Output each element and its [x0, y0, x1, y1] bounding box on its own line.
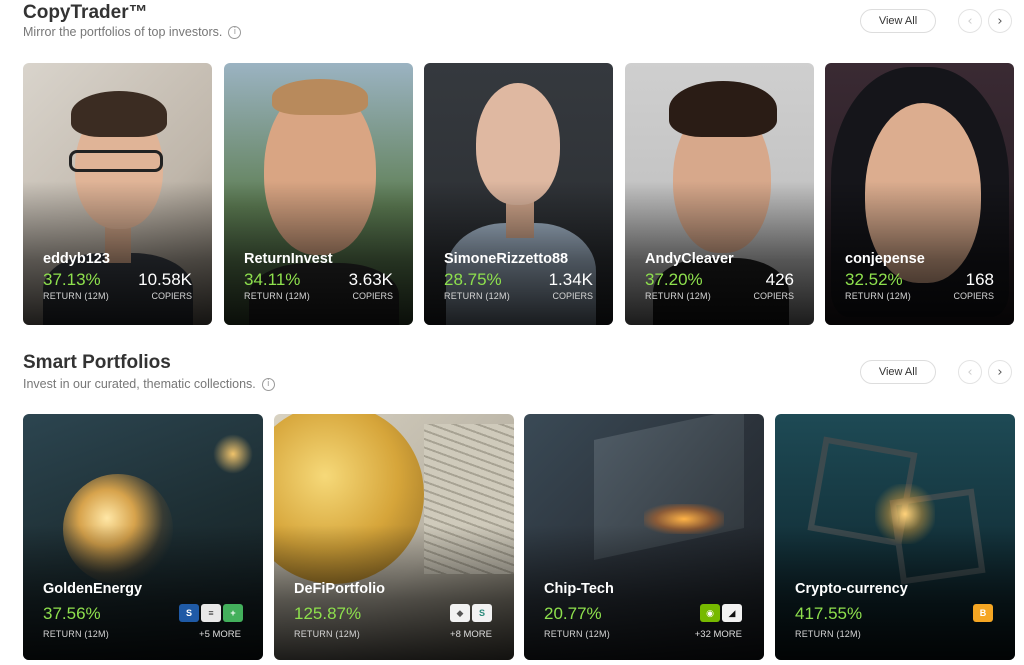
trader-name: SimoneRizzetto88 [444, 251, 569, 267]
smart-portfolios-subtitle: Invest in our curated, thematic collecti… [23, 377, 256, 391]
smart-portfolios-title: Smart Portfolios [23, 352, 171, 373]
ethereum-logo-icon: ◆ [450, 604, 470, 622]
smart-portfolios-subtitle-row: Invest in our curated, thematic collecti… [23, 377, 275, 391]
asset-logo-icon: + [223, 604, 243, 622]
trader-copiers-label: COPIERS [352, 291, 393, 301]
trader-card[interactable]: eddyb123 37.13% RETURN (12M) 10.58K COPI… [23, 63, 212, 325]
info-icon[interactable]: i [261, 377, 275, 391]
trader-return-label: RETURN (12M) [645, 291, 711, 301]
portfolio-name: DeFiPortfolio [294, 581, 386, 597]
trader-card[interactable]: ReturnInvest 34.11% RETURN (12M) 3.63K C… [224, 63, 413, 325]
asset-logo-icon: S [179, 604, 199, 622]
portfolio-return-label: RETURN (12M) [544, 629, 610, 639]
trader-return: 28.75% [444, 270, 502, 289]
trader-copiers: 10.58K [138, 270, 192, 289]
portfolio-card[interactable]: DeFiPortfolio 125.87% RETURN (12M) ◆ S +… [274, 414, 514, 660]
trader-copiers-label: COPIERS [552, 291, 593, 301]
asset-logo-icon: ≡ [201, 604, 221, 622]
portfolio-name: Chip-Tech [544, 581, 614, 597]
portfolio-assets: ◉ ◢ [700, 604, 742, 622]
chevron-right-icon[interactable]: › [988, 360, 1012, 384]
trader-card[interactable]: SimoneRizzetto88 28.75% RETURN (12M) 1.3… [424, 63, 613, 325]
trader-copiers: 168 [965, 270, 994, 289]
chevron-left-icon[interactable]: ‹ [958, 9, 982, 33]
trader-copiers: 426 [765, 270, 794, 289]
chevron-right-icon[interactable]: › [988, 9, 1012, 33]
trader-copiers-label: COPIERS [953, 291, 994, 301]
trader-name: eddyb123 [43, 251, 110, 267]
portfolio-return-label: RETURN (12M) [294, 629, 360, 639]
portfolio-return: 20.77% [544, 604, 602, 623]
portfolio-return-label: RETURN (12M) [795, 629, 861, 639]
nvidia-logo-icon: ◉ [700, 604, 720, 622]
portfolio-return-label: RETURN (12M) [43, 629, 109, 639]
portfolio-return: 125.87% [294, 604, 362, 623]
portfolio-more: +32 MORE [694, 629, 742, 640]
portfolio-assets: ◆ S [450, 604, 492, 622]
amd-logo-icon: ◢ [722, 604, 742, 622]
portfolio-return: 417.55% [795, 604, 863, 623]
trader-copiers: 3.63K [348, 270, 393, 289]
portfolio-card[interactable]: Crypto-currency 417.55% RETURN (12M) B [775, 414, 1015, 660]
trader-return: 34.11% [244, 270, 301, 289]
portfolio-more: +8 MORE [450, 629, 492, 640]
trader-return-label: RETURN (12M) [244, 291, 310, 301]
portfolio-name: Crypto-currency [795, 581, 908, 597]
trader-name: conjepense [845, 251, 925, 267]
trader-name: AndyCleaver [645, 251, 734, 267]
copytrader-title: CopyTrader™ [23, 2, 148, 23]
trader-return-label: RETURN (12M) [845, 291, 911, 301]
trader-return: 37.20% [645, 270, 703, 289]
bitcoin-logo-icon: B [973, 604, 993, 622]
portfolio-assets: S ≡ + [179, 604, 243, 622]
smart-portfolios-view-all-button[interactable]: View All [860, 360, 936, 384]
portfolio-name: GoldenEnergy [43, 581, 143, 597]
trader-return-label: RETURN (12M) [444, 291, 510, 301]
copytrader-subtitle: Mirror the portfolios of top investors. [23, 25, 223, 39]
portfolio-card[interactable]: Chip-Tech 20.77% RETURN (12M) ◉ ◢ +32 MO… [524, 414, 764, 660]
portfolio-assets: B [973, 604, 993, 622]
trader-return: 37.13% [43, 270, 101, 289]
copytrader-subtitle-row: Mirror the portfolios of top investors. … [23, 25, 242, 39]
asset-logo-icon: S [472, 604, 492, 622]
trader-card[interactable]: conjepense 32.52% RETURN (12M) 168 COPIE… [825, 63, 1014, 325]
portfolio-more: +5 MORE [199, 629, 241, 640]
info-icon[interactable]: i [228, 25, 242, 39]
chevron-left-icon[interactable]: ‹ [958, 360, 982, 384]
trader-copiers: 1.34K [548, 270, 593, 289]
trader-return-label: RETURN (12M) [43, 291, 109, 301]
portfolio-return: 37.56% [43, 604, 101, 623]
copytrader-section: CopyTrader™ Mirror the portfolios of top… [0, 0, 1024, 340]
trader-return: 32.52% [845, 270, 903, 289]
trader-card[interactable]: AndyCleaver 37.20% RETURN (12M) 426 COPI… [625, 63, 814, 325]
trader-copiers-label: COPIERS [753, 291, 794, 301]
trader-name: ReturnInvest [244, 251, 333, 267]
portfolio-card[interactable]: GoldenEnergy 37.56% RETURN (12M) S ≡ + +… [23, 414, 263, 660]
copytrader-view-all-button[interactable]: View All [860, 9, 936, 33]
trader-copiers-label: COPIERS [151, 291, 192, 301]
smart-portfolios-section: Smart Portfolios Invest in our curated, … [0, 340, 1024, 665]
